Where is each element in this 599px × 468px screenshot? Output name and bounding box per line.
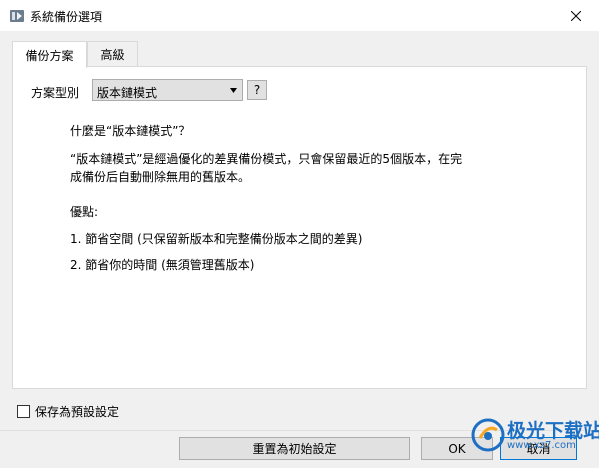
site-watermark: 极光下载站 www.xz7.com bbox=[471, 414, 599, 460]
reset-defaults-button[interactable]: 重置為初始設定 bbox=[179, 437, 410, 460]
tab-advanced[interactable]: 高級 bbox=[87, 41, 138, 66]
scheme-description: 什麼是“版本鏈模式”？ “版本鏈模式”是經過優化的差異備份模式，只會保留最近的5… bbox=[70, 122, 540, 274]
description-body-line-1: “版本鏈模式”是經過優化的差異備份模式，只會保留最近的5個版本，在完 bbox=[70, 152, 463, 166]
tab-panel-backup-scheme: 方案型別 版本鏈模式 ? 什麼是“版本鏈模式”？ “版本鏈模式”是經過優化的差異… bbox=[12, 66, 587, 389]
tab-backup-scheme[interactable]: 備份方案 bbox=[12, 41, 87, 68]
window-title: 系統備份選項 bbox=[30, 10, 103, 24]
description-question: 什麼是“版本鏈模式”？ bbox=[70, 124, 191, 138]
backup-app-icon bbox=[10, 10, 24, 22]
advantage-item-1: 1. 節省空間 (只保留新版本和完整備份版本之間的差異) bbox=[70, 232, 363, 246]
help-button[interactable]: ? bbox=[247, 80, 267, 100]
watermark-brand: 极光下载站 bbox=[507, 420, 599, 442]
description-body: “版本鏈模式”是經過優化的差異備份模式，只會保留最近的5個版本，在完 成備份后自… bbox=[70, 150, 540, 186]
scheme-type-value: 版本鏈模式 bbox=[97, 86, 158, 100]
close-button[interactable] bbox=[553, 0, 599, 31]
scheme-type-dropdown[interactable]: 版本鏈模式 bbox=[92, 79, 243, 101]
title-bar: 系統備份選項 bbox=[0, 0, 599, 31]
advantages-title: 優點: bbox=[70, 205, 99, 219]
description-body-line-2: 成備份后自動刪除無用的舊版本。 bbox=[70, 170, 251, 184]
save-default-label: 保存為預設設定 bbox=[35, 405, 120, 419]
save-default-option[interactable]: 保存為預設設定 bbox=[17, 403, 119, 420]
watermark-logo-icon bbox=[471, 418, 505, 452]
dropdown-arrow-icon bbox=[230, 88, 237, 93]
watermark-url: www.xz7.com bbox=[507, 440, 576, 451]
close-icon bbox=[571, 10, 581, 21]
scheme-type-label: 方案型別 bbox=[31, 86, 80, 100]
save-default-checkbox[interactable] bbox=[17, 405, 30, 418]
advantage-item-2: 2. 節省你的時間 (無須管理舊版本) bbox=[70, 258, 255, 272]
